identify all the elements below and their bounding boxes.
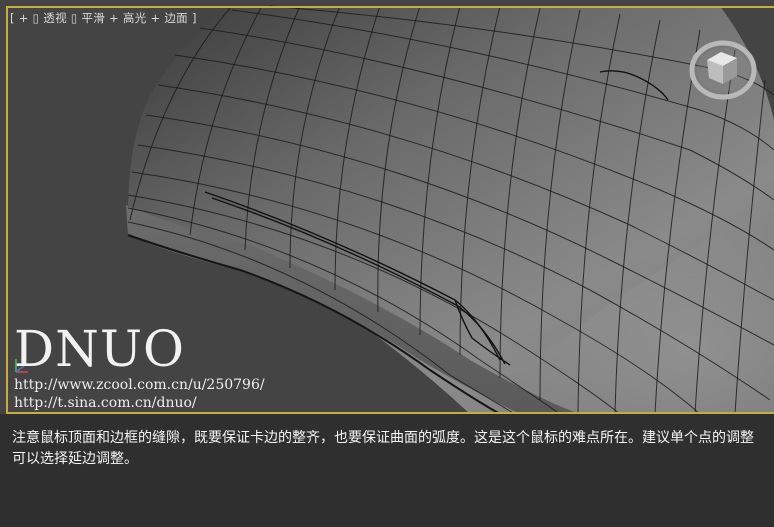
viewport-plus-menu[interactable]: +: [19, 11, 29, 25]
watermark-url-sina: http://t.sina.com.cn/dnuo/: [14, 395, 197, 411]
viewport-shading-menu[interactable]: 平滑 + 高光 + 边面: [81, 11, 188, 25]
watermark-title: DNUO: [14, 320, 185, 378]
viewport-view-menu[interactable]: 透视: [43, 11, 67, 25]
caption-text: 注意鼠标顶面和边框的缝隙，既要保证卡边的整齐，也要保证曲面的弧度。这是这个鼠标的…: [12, 430, 754, 467]
viewport-label: [ + ▯ 透视 ▯ 平滑 + 高光 + 边面 ]: [10, 10, 197, 26]
viewport-menu-bracket-open[interactable]: [: [10, 11, 15, 25]
perspective-viewport[interactable]: [ + ▯ 透视 ▯ 平滑 + 高光 + 边面 ] DNUO http://ww…: [0, 0, 774, 414]
watermark: DNUO http://www.zcool.com.cn/u/250796/ h…: [14, 322, 265, 412]
viewcube-icon[interactable]: [689, 40, 757, 100]
viewport-menu-bracket-close[interactable]: ]: [192, 11, 197, 25]
viewport-glyph-2: ▯: [70, 11, 78, 25]
watermark-url-zcool: http://www.zcool.com.cn/u/250796/: [14, 377, 265, 393]
viewport-glyph-1: ▯: [32, 11, 40, 25]
